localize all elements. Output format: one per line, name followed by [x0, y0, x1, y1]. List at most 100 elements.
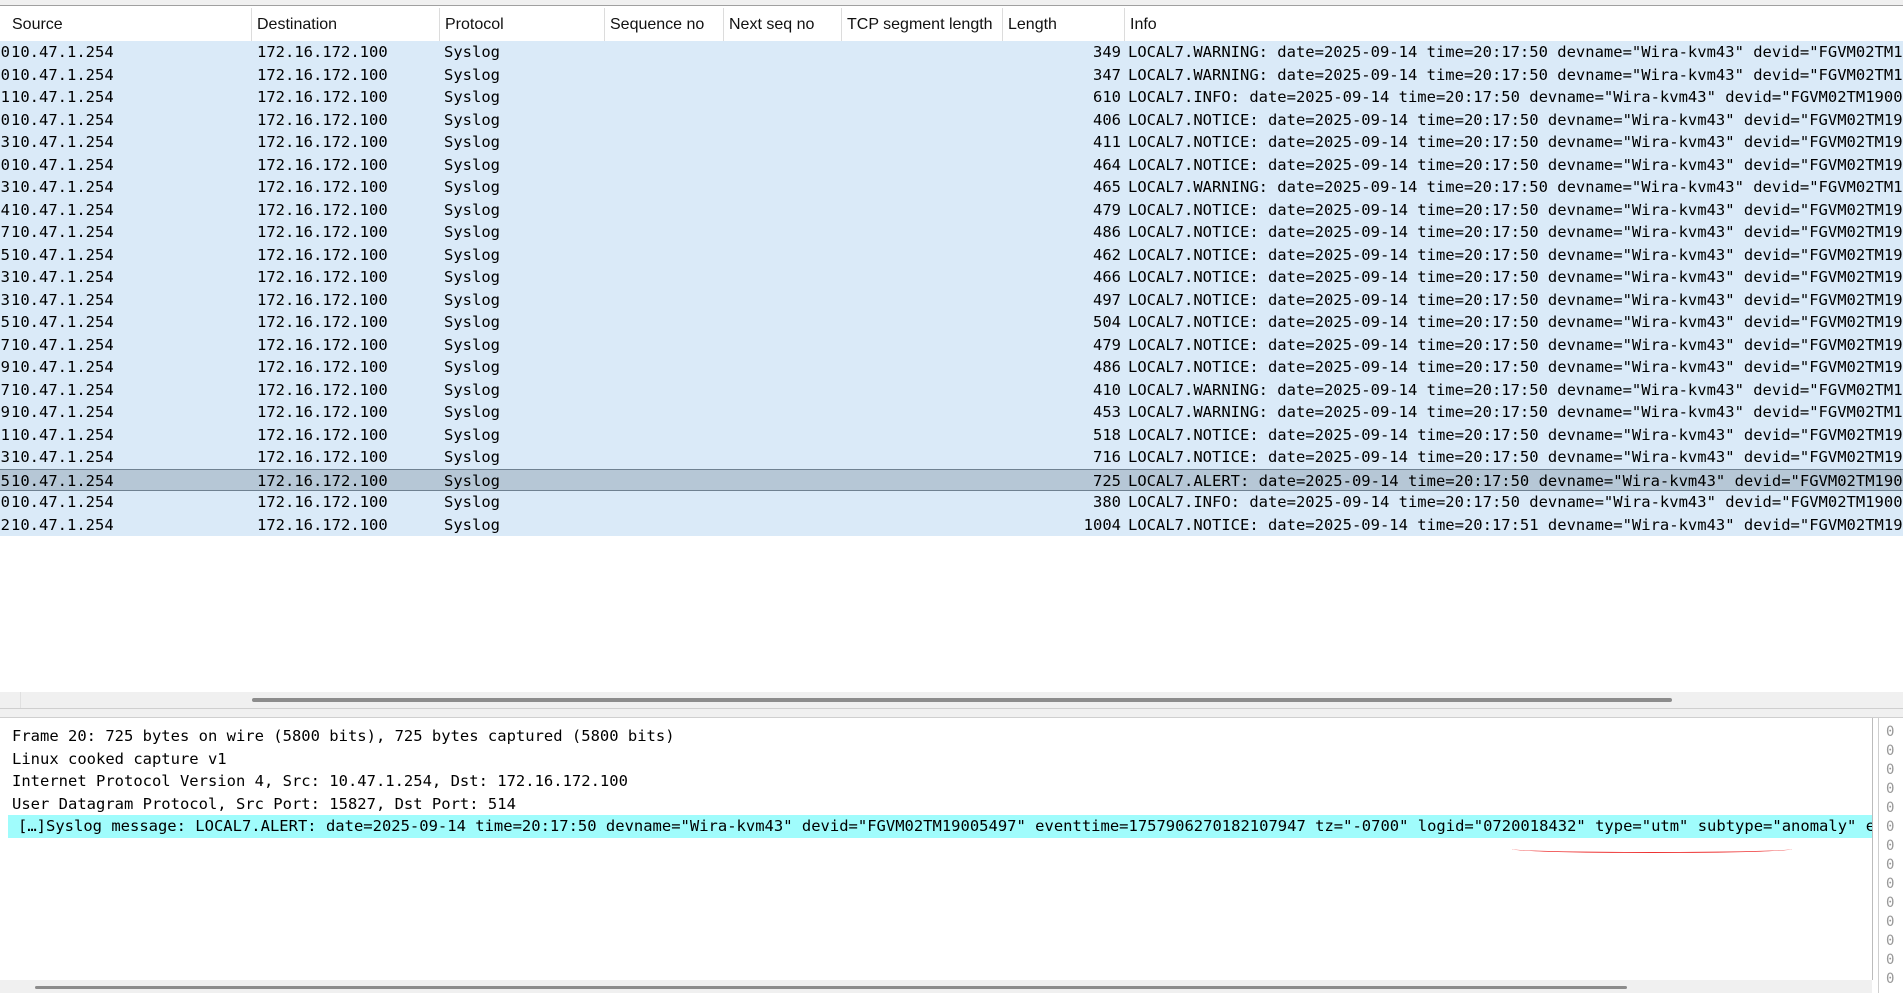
- cell-no: 5: [0, 245, 10, 264]
- cell-info: LOCAL7.WARNING: date=2025-09-14 time=20:…: [1128, 403, 1903, 421]
- column-header-length[interactable]: Length: [1003, 8, 1125, 41]
- cell-info: LOCAL7.NOTICE: date=2025-09-14 time=20:1…: [1128, 245, 1903, 264]
- detail-linux-cooked-capture[interactable]: Linux cooked capture v1: [12, 748, 227, 771]
- cell-length: 411: [1093, 133, 1121, 151]
- cell-destination: 172.16.172.100: [257, 223, 388, 241]
- table-row[interactable]: 7 10.47.1.254 172.16.172.100 Syslog 410 LOCAL…: [0, 378, 1903, 401]
- column-header-protocol[interactable]: Protocol: [440, 8, 605, 41]
- cell-length: 518: [1093, 425, 1121, 444]
- table-row[interactable]: 0 10.47.1.254 172.16.172.100 Syslog 464 LOCAL…: [0, 153, 1903, 176]
- cell-length: 610: [1093, 88, 1121, 106]
- detail-frame[interactable]: Frame 20: 725 bytes on wire (5800 bits),…: [12, 725, 675, 748]
- detail-ipv4[interactable]: Internet Protocol Version 4, Src: 10.47.…: [12, 770, 628, 793]
- table-row[interactable]: 1 10.47.1.254 172.16.172.100 Syslog 610 LOCAL…: [0, 86, 1903, 109]
- cell-info: LOCAL7.NOTICE: date=2025-09-14 time=20:1…: [1128, 110, 1903, 129]
- cell-source: 10.47.1.254: [11, 403, 114, 421]
- details-horizontal-scrollbar[interactable]: [0, 980, 1872, 993]
- cell-destination: 172.16.172.100: [257, 471, 388, 490]
- table-row[interactable]: 1 10.47.1.254 172.16.172.100 Syslog 518 LOCAL…: [0, 423, 1903, 446]
- cell-info: LOCAL7.WARNING: date=2025-09-14 time=20:…: [1128, 178, 1903, 196]
- cell-protocol: Syslog: [444, 515, 500, 534]
- cell-protocol: Syslog: [444, 425, 500, 444]
- cell-length: 486: [1093, 223, 1121, 241]
- byte-offset: 0: [1886, 952, 1895, 968]
- cell-protocol: Syslog: [444, 65, 500, 84]
- cell-protocol: Syslog: [444, 448, 500, 466]
- detail-syslog-message[interactable]: […]Syslog message: LOCAL7.ALERT: date=20…: [8, 815, 1872, 838]
- packet-list[interactable]: 0 10.47.1.254 172.16.172.100 Syslog 349 LOCAL…: [0, 41, 1903, 536]
- cell-no: 0: [0, 155, 10, 174]
- detail-udp[interactable]: User Datagram Protocol, Src Port: 15827,…: [12, 793, 516, 816]
- cell-destination: 172.16.172.100: [257, 133, 388, 151]
- packet-list-horizontal-scrollbar[interactable]: [0, 692, 1903, 708]
- column-header-destination[interactable]: Destination: [252, 8, 440, 41]
- table-row[interactable]: 7 10.47.1.254 172.16.172.100 Syslog 486 LOCAL…: [0, 221, 1903, 244]
- column-header-tcp-segment-length[interactable]: TCP segment length: [842, 8, 1003, 41]
- byte-offset: 0: [1886, 857, 1895, 873]
- cell-length: 504: [1093, 313, 1121, 331]
- column-header-info[interactable]: Info: [1125, 8, 1903, 41]
- packet-bytes-pane[interactable]: 0 0 0 0 0 0 0 0 0 0 0 0 0 0: [1878, 718, 1903, 993]
- cell-protocol: Syslog: [444, 268, 500, 286]
- cell-source: 10.47.1.254: [11, 133, 114, 151]
- table-row[interactable]: 7 10.47.1.254 172.16.172.100 Syslog 479 LOCAL…: [0, 333, 1903, 356]
- cell-no: 3: [0, 448, 10, 466]
- cell-no: 3: [0, 290, 10, 309]
- cell-destination: 172.16.172.100: [257, 313, 388, 331]
- cell-length: 380: [1093, 493, 1121, 511]
- cell-protocol: Syslog: [444, 493, 500, 511]
- table-row[interactable]: 3 10.47.1.254 172.16.172.100 Syslog 716 LOCAL…: [0, 446, 1903, 469]
- table-row[interactable]: 3 10.47.1.254 172.16.172.100 Syslog 466 LOCAL…: [0, 266, 1903, 289]
- cell-protocol: Syslog: [444, 358, 500, 376]
- scrollbar-thumb[interactable]: [252, 698, 1672, 702]
- cell-info: LOCAL7.NOTICE: date=2025-09-14 time=20:1…: [1128, 313, 1903, 331]
- cell-no: 7: [0, 380, 10, 399]
- cell-source: 10.47.1.254: [11, 43, 114, 61]
- cell-source: 10.47.1.254: [11, 471, 114, 490]
- scroll-left-button[interactable]: [0, 692, 21, 708]
- byte-offset: 0: [1886, 724, 1895, 740]
- cell-length: 462: [1093, 245, 1121, 264]
- column-header-sequence-no[interactable]: Sequence no: [605, 8, 724, 41]
- cell-info: LOCAL7.ALERT: date=2025-09-14 time=20:17…: [1128, 471, 1903, 490]
- pane-splitter[interactable]: [0, 708, 1903, 718]
- table-row[interactable]: 3 10.47.1.254 172.16.172.100 Syslog 411 LOCAL…: [0, 131, 1903, 154]
- table-row[interactable]: 9 10.47.1.254 172.16.172.100 Syslog 453 LOCAL…: [0, 401, 1903, 424]
- cell-source: 10.47.1.254: [11, 493, 114, 511]
- cell-info: LOCAL7.NOTICE: date=2025-09-14 time=20:1…: [1128, 290, 1903, 309]
- cell-info: LOCAL7.INFO: date=2025-09-14 time=20:17:…: [1128, 493, 1903, 511]
- table-row[interactable]: 4 10.47.1.254 172.16.172.100 Syslog 479 LOCAL…: [0, 198, 1903, 221]
- table-row[interactable]: 9 10.47.1.254 172.16.172.100 Syslog 486 LOCAL…: [0, 356, 1903, 379]
- cell-info: LOCAL7.NOTICE: date=2025-09-14 time=20:1…: [1128, 155, 1903, 174]
- table-row[interactable]: 3 10.47.1.254 172.16.172.100 Syslog 497 LOCAL…: [0, 288, 1903, 311]
- scrollbar-thumb[interactable]: [35, 986, 1627, 989]
- table-row[interactable]: 5 10.47.1.254 172.16.172.100 Syslog 504 LOCAL…: [0, 311, 1903, 334]
- table-row[interactable]: 2 10.47.1.254 172.16.172.100 Syslog 1004 LOCA…: [0, 513, 1903, 536]
- cell-source: 10.47.1.254: [11, 448, 114, 466]
- cell-destination: 172.16.172.100: [257, 43, 388, 61]
- cell-length: 497: [1093, 290, 1121, 309]
- cell-no: 1: [0, 425, 10, 444]
- cell-destination: 172.16.172.100: [257, 178, 388, 196]
- cell-protocol: Syslog: [444, 313, 500, 331]
- cell-no: 7: [0, 335, 10, 354]
- cell-destination: 172.16.172.100: [257, 110, 388, 129]
- cell-no: 9: [0, 403, 10, 421]
- table-row[interactable]: 5 10.47.1.254 172.16.172.100 Syslog 725 LOCAL…: [0, 468, 1903, 491]
- table-row[interactable]: 5 10.47.1.254 172.16.172.100 Syslog 462 LOCAL…: [0, 243, 1903, 266]
- cell-length: 486: [1093, 358, 1121, 376]
- table-row[interactable]: 0 10.47.1.254 172.16.172.100 Syslog 406 LOCAL…: [0, 108, 1903, 131]
- cell-source: 10.47.1.254: [11, 245, 114, 264]
- table-row[interactable]: 0 10.47.1.254 172.16.172.100 Syslog 380 LOCAL…: [0, 491, 1903, 514]
- column-header-source[interactable]: Source: [0, 8, 252, 41]
- byte-offset: 0: [1886, 876, 1895, 892]
- cell-info: LOCAL7.NOTICE: date=2025-09-14 time=20:1…: [1128, 268, 1903, 286]
- table-row[interactable]: 0 10.47.1.254 172.16.172.100 Syslog 347 LOCAL…: [0, 63, 1903, 86]
- cell-info: LOCAL7.WARNING: date=2025-09-14 time=20:…: [1128, 65, 1903, 84]
- cell-length: 410: [1093, 380, 1121, 399]
- table-row[interactable]: 3 10.47.1.254 172.16.172.100 Syslog 465 LOCAL…: [0, 176, 1903, 199]
- column-header-next-seq-no[interactable]: Next seq no: [724, 8, 842, 41]
- table-row[interactable]: 0 10.47.1.254 172.16.172.100 Syslog 349 LOCAL…: [0, 41, 1903, 64]
- byte-offset: 0: [1886, 933, 1895, 949]
- cell-protocol: Syslog: [444, 110, 500, 129]
